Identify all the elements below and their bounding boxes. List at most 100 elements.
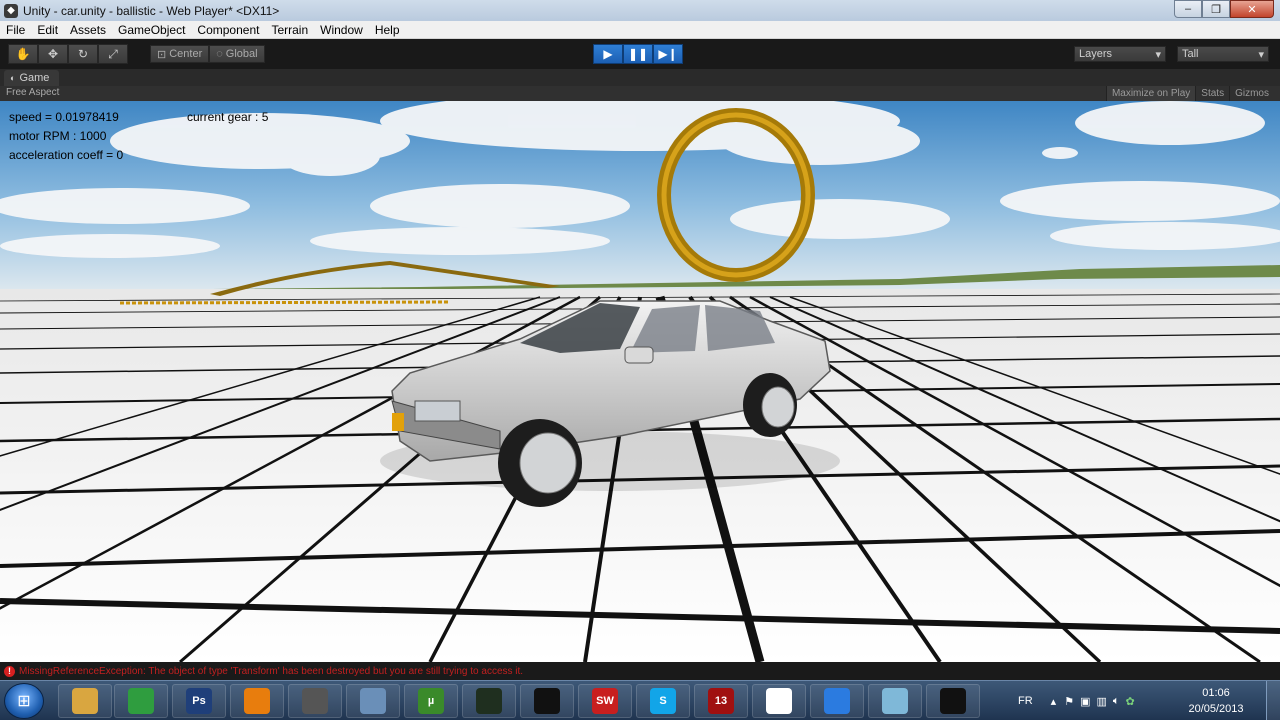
unity-icon — [302, 688, 328, 714]
menu-window[interactable]: Window — [314, 23, 369, 37]
language-indicator[interactable]: FR — [1018, 695, 1033, 707]
system-tray: FR ▴ ⚑ ▣ ▥ 🔈︎ ✿ — [1018, 681, 1135, 720]
layout-label: Tall — [1182, 48, 1199, 60]
start-button[interactable]: ⊞ — [4, 683, 44, 719]
taskbar-app-explorer[interactable] — [58, 684, 112, 718]
play-controls: ▶ ❚❚ ▶❙ — [593, 44, 683, 64]
hud-gear: current gear : 5 — [187, 110, 269, 124]
chevron-down-icon: ▾ — [1155, 48, 1161, 61]
hud-speed: speed = 0.01978419 — [9, 110, 119, 124]
menu-help[interactable]: Help — [369, 23, 406, 37]
pdf-app-icon — [534, 688, 560, 714]
screen: ◆ Unity - car.unity - ballistic - Web Pl… — [0, 0, 1280, 720]
taskbar-app-zbrush[interactable] — [752, 684, 806, 718]
clock[interactable]: 01:06 20/05/2013 — [1186, 685, 1246, 717]
console-status-bar[interactable]: ! MissingReferenceException: The object … — [0, 662, 1280, 680]
global-icon: ◌ — [216, 48, 223, 60]
layers-label: Layers — [1079, 48, 1113, 60]
show-desktop-button[interactable] — [1266, 681, 1280, 720]
pivot-global-button[interactable]: ◌ Global — [209, 45, 265, 63]
hand-tool-button[interactable]: ✋ — [8, 44, 38, 64]
tray-expand-icon[interactable]: ▴ — [1051, 695, 1057, 708]
scale-icon: ⤢ — [108, 46, 118, 61]
play-button[interactable]: ▶ — [593, 44, 623, 64]
taskbar-app-solidworks[interactable]: SW — [578, 684, 632, 718]
menu-edit[interactable]: Edit — [31, 23, 64, 37]
chevron-down-icon: ▾ — [1258, 48, 1264, 61]
stats-toggle[interactable]: Stats — [1195, 86, 1229, 101]
toolbar: ✋ ✥ ↻ ⤢ ⊡ Center ◌ Global ▶ ❚❚ ▶❙ Layers ▾… — [0, 39, 1280, 69]
move-tool-button[interactable]: ✥ — [38, 44, 68, 64]
move-icon: ✥ — [47, 47, 59, 61]
menu-gameobject[interactable]: GameObject — [112, 23, 191, 37]
dropbox-icon — [824, 688, 850, 714]
taskbar-app-gta[interactable]: 13 — [694, 684, 748, 718]
layout-dropdown[interactable]: Tall ▾ — [1177, 46, 1269, 62]
windows-taskbar: ⊞ Ps µ SW S 13 FR ▴ ⚑ ▣ ▥ 🔈︎ ✿ 01:06 20/05/2… — [0, 680, 1280, 720]
pause-button[interactable]: ❚❚ — [623, 44, 653, 64]
center-icon: ⊡ — [157, 48, 167, 61]
pivot-center-label: Center — [169, 48, 203, 60]
explorer-icon — [72, 688, 98, 714]
pivot-center-button[interactable]: ⊡ Center — [150, 45, 210, 63]
close-button[interactable]: ✕ — [1230, 0, 1274, 18]
taskbar-app-pdf-app[interactable] — [520, 684, 574, 718]
maximize-button[interactable]: ❐ — [1202, 0, 1230, 18]
panel-tab-bar: ◐ Game — [0, 69, 1280, 86]
taskbar-app-utorrent[interactable]: µ — [404, 684, 458, 718]
taskbar-app-notes[interactable] — [868, 684, 922, 718]
console-error-message: MissingReferenceException: The object of… — [19, 665, 524, 677]
error-icon: ! — [4, 665, 15, 677]
device-icon[interactable]: ▣ — [1080, 695, 1090, 708]
action-center-icon[interactable]: ⚑ — [1064, 695, 1074, 708]
photoshop-icon: Ps — [186, 688, 212, 714]
game-view-controls: Free Aspect Maximize on Play Stats Gizmo… — [0, 86, 1280, 101]
hand-icon: ✋ — [15, 47, 31, 61]
menu-assets[interactable]: Assets — [64, 23, 112, 37]
menu-component[interactable]: Component — [191, 23, 265, 37]
taskbar-app-photoshop[interactable]: Ps — [172, 684, 226, 718]
camera-icon — [940, 688, 966, 714]
window-title: Unity - car.unity - ballistic - Web Play… — [23, 3, 280, 18]
scale-tool-button[interactable]: ⤢ — [98, 44, 128, 64]
utorrent-icon: µ — [418, 688, 444, 714]
pivot-global-label: Global — [225, 48, 258, 60]
window-title-bar: ◆ Unity - car.unity - ballistic - Web Pl… — [0, 0, 1280, 21]
layers-dropdown[interactable]: Layers ▾ — [1074, 46, 1166, 62]
taskbar-app-chrome[interactable] — [114, 684, 168, 718]
menu-terrain[interactable]: Terrain — [265, 23, 314, 37]
windows-logo-icon: ⊞ — [17, 693, 31, 710]
taskbar-app-skype[interactable]: S — [636, 684, 690, 718]
game-app-icon — [476, 688, 502, 714]
taskbar-app-camera[interactable] — [926, 684, 980, 718]
taskbar-app-blender[interactable] — [230, 684, 284, 718]
notes-icon — [882, 688, 908, 714]
gizmos-dropdown[interactable]: Gizmos — [1229, 86, 1274, 101]
blender-icon — [244, 688, 270, 714]
transform-tools: ✋ ✥ ↻ ⤢ — [8, 44, 128, 64]
hud-rpm: motor RPM : 1000 — [9, 129, 107, 143]
volume-icon[interactable]: 🔈︎ — [1113, 695, 1120, 708]
hud-acceleration: acceleration coeff = 0 — [9, 148, 124, 162]
rotate-tool-button[interactable]: ↻ — [68, 44, 98, 64]
maximize-on-play-toggle[interactable]: Maximize on Play — [1105, 86, 1196, 101]
step-button[interactable]: ▶❙ — [653, 44, 683, 64]
unity-logo-icon: ◆ — [4, 3, 18, 18]
taskbar-app-unity[interactable] — [288, 684, 342, 718]
tray-app-icon[interactable]: ✿ — [1126, 695, 1135, 708]
tab-game-label: Game — [19, 72, 50, 84]
clock-time: 01:06 — [1202, 687, 1230, 699]
aspect-dropdown[interactable]: Free Aspect — [6, 87, 59, 98]
tab-game[interactable]: ◐ Game — [4, 70, 60, 86]
taskbar-app-game-app[interactable] — [462, 684, 516, 718]
taskbar-app-dropbox[interactable] — [810, 684, 864, 718]
menu-file[interactable]: File — [0, 23, 31, 37]
solidworks-icon: SW — [592, 688, 618, 714]
gta-icon: 13 — [708, 688, 734, 714]
game-viewport[interactable]: speed = 0.01978419 motor RPM : 1000 acce… — [0, 101, 1280, 662]
pivot-toggles: ⊡ Center ◌ Global — [150, 45, 265, 65]
minimize-button[interactable]: ‒ — [1174, 0, 1202, 18]
play-icon: ▶ — [603, 47, 613, 61]
network-icon[interactable]: ▥ — [1096, 695, 1106, 708]
taskbar-app-remote[interactable] — [346, 684, 400, 718]
